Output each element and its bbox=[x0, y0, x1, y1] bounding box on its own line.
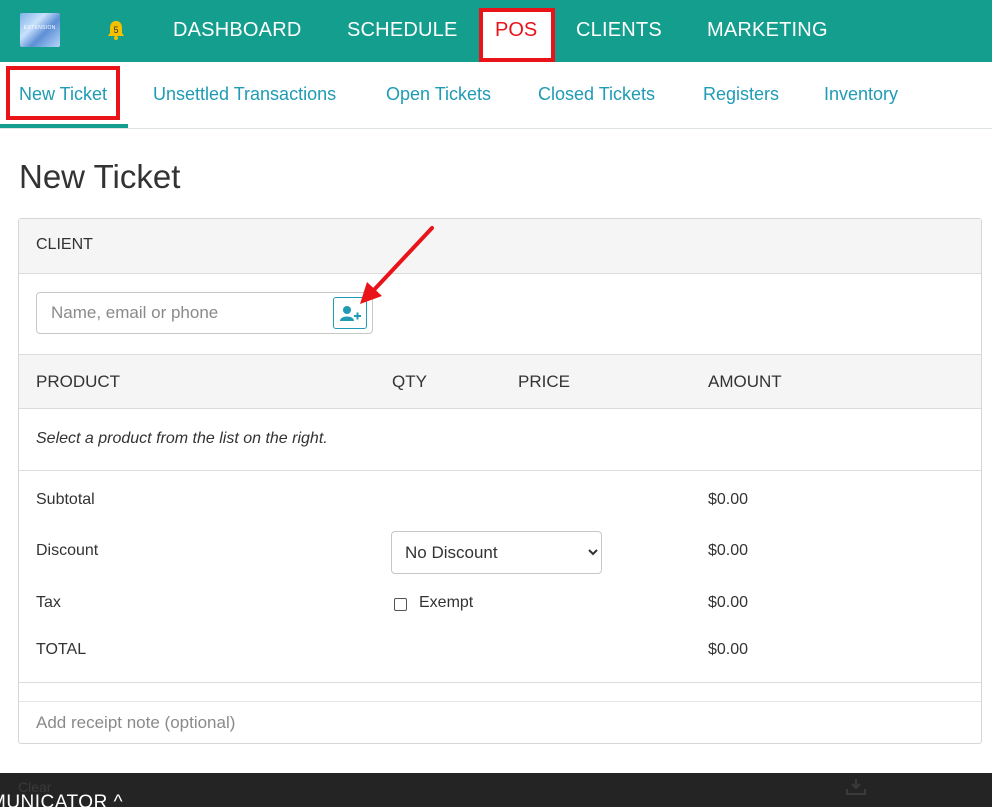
active-tab-indicator bbox=[0, 124, 128, 128]
client-search-input[interactable] bbox=[51, 303, 331, 323]
product-table-header: PRODUCT QTY PRICE AMOUNT bbox=[19, 354, 981, 409]
tax-value: $0.00 bbox=[708, 594, 749, 611]
total-value: $0.00 bbox=[708, 641, 749, 658]
app-logo[interactable]: EXTENSION bbox=[20, 13, 60, 47]
col-price: PRICE bbox=[518, 372, 570, 391]
tab-inventory[interactable]: Inventory bbox=[824, 84, 898, 105]
col-qty: QTY bbox=[392, 372, 427, 391]
empty-product-message: Select a product from the list on the ri… bbox=[36, 430, 328, 447]
nav-pos[interactable]: POS bbox=[495, 19, 537, 42]
tab-open-tickets[interactable]: Open Tickets bbox=[386, 84, 491, 105]
client-header-label: CLIENT bbox=[36, 236, 93, 253]
notification-bell-icon[interactable]: 5 bbox=[104, 18, 128, 42]
new-ticket-panel: CLIENT PRODUCT QTY PRICE AMOUNT Select a… bbox=[18, 218, 982, 744]
total-label: TOTAL bbox=[36, 641, 87, 658]
add-user-icon bbox=[340, 306, 361, 321]
communicator-bar[interactable]: Clear MUNICATOR ^ bbox=[0, 773, 992, 807]
discount-label: Discount bbox=[36, 542, 99, 559]
tab-closed-tickets[interactable]: Closed Tickets bbox=[538, 84, 655, 105]
tab-registers[interactable]: Registers bbox=[703, 84, 779, 105]
download-icon[interactable] bbox=[844, 777, 868, 797]
tax-label: Tax bbox=[36, 594, 61, 611]
communicator-toggle[interactable]: MUNICATOR ^ bbox=[0, 792, 123, 807]
subtotal-label: Subtotal bbox=[36, 491, 95, 508]
nav-dashboard[interactable]: DASHBOARD bbox=[173, 19, 302, 42]
tab-new-ticket-highlight bbox=[6, 66, 120, 120]
logo-text: EXTENSION bbox=[24, 25, 56, 31]
tax-exempt-label[interactable]: Exempt bbox=[419, 594, 473, 612]
discount-select[interactable]: No Discount bbox=[391, 531, 602, 574]
add-client-button[interactable] bbox=[333, 297, 367, 329]
col-amount: AMOUNT bbox=[708, 372, 782, 391]
receipt-note-input[interactable] bbox=[36, 713, 636, 733]
receipt-note-field[interactable] bbox=[19, 701, 981, 744]
divider bbox=[19, 682, 981, 683]
col-product: PRODUCT bbox=[36, 372, 121, 391]
nav-schedule[interactable]: SCHEDULE bbox=[347, 19, 458, 42]
divider bbox=[19, 470, 981, 471]
client-search-field[interactable] bbox=[36, 292, 373, 334]
client-section-header: CLIENT bbox=[19, 219, 981, 274]
page-title: New Ticket bbox=[19, 158, 181, 195]
pos-subnav: New Ticket Unsettled Transactions Open T… bbox=[0, 62, 992, 129]
discount-value: $0.00 bbox=[708, 542, 749, 559]
tab-unsettled-transactions[interactable]: Unsettled Transactions bbox=[153, 84, 336, 105]
notification-count: 5 bbox=[113, 25, 118, 35]
subtotal-value: $0.00 bbox=[708, 491, 749, 508]
tax-exempt-checkbox[interactable] bbox=[394, 598, 407, 611]
nav-clients[interactable]: CLIENTS bbox=[576, 19, 662, 42]
nav-marketing[interactable]: MARKETING bbox=[707, 19, 828, 42]
